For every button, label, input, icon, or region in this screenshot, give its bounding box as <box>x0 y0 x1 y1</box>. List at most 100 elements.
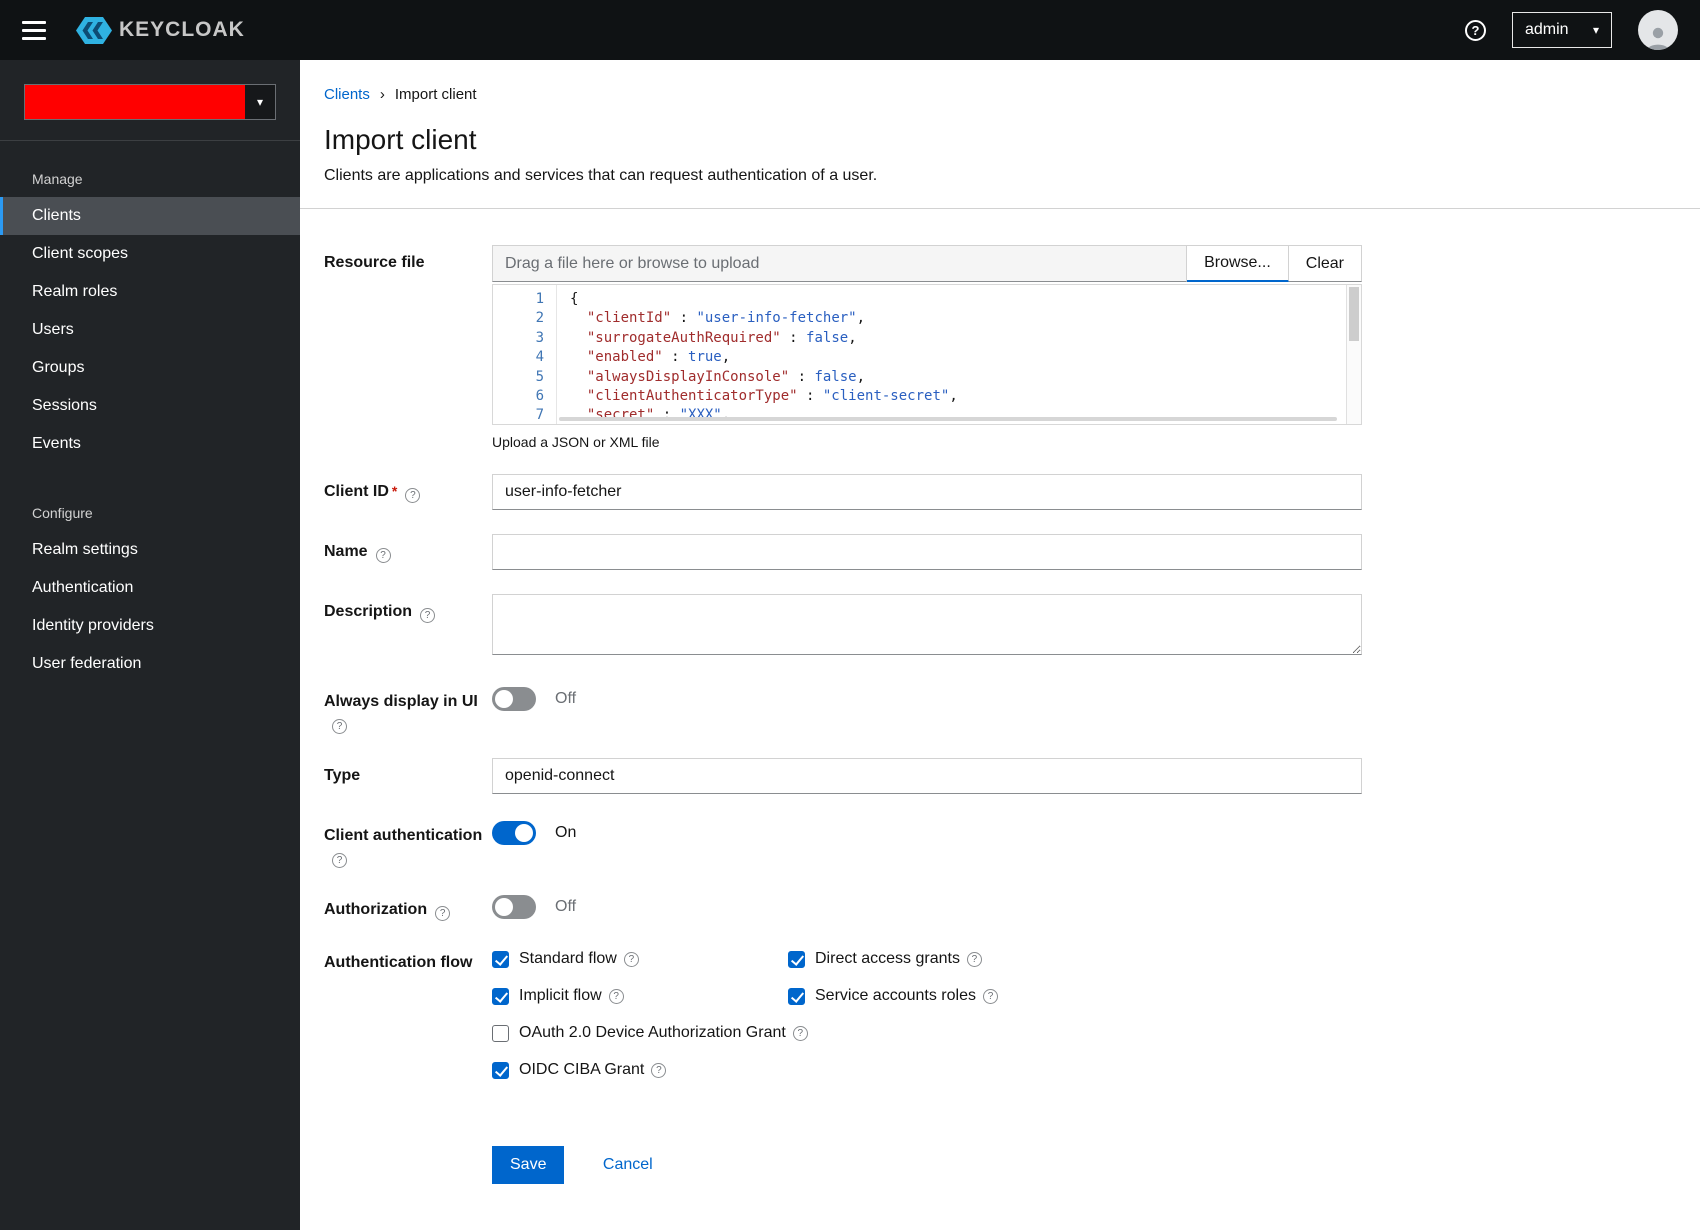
help-icon[interactable]: ? <box>966 951 982 967</box>
code-token: "user-info-fetcher" <box>696 310 857 327</box>
sidebar-item-realm-roles[interactable]: Realm roles <box>0 273 300 311</box>
checkbox-box[interactable] <box>492 987 509 1005</box>
brand-logo: KEYCLOAK <box>76 16 245 44</box>
checkbox-oauth-2-0-device-authorization-grant[interactable]: OAuth 2.0 Device Authorization Grant? <box>492 1024 808 1042</box>
checkbox-label: Implicit flow <box>519 987 602 1004</box>
authorization-toggle[interactable] <box>492 895 536 919</box>
sidebar-item-users[interactable]: Users <box>0 311 300 349</box>
code-line: "alwaysDisplayInConsole" : false, <box>570 368 1361 387</box>
checkbox-oidc-ciba-grant[interactable]: OIDC CIBA Grant? <box>492 1061 667 1079</box>
auth-flow-grid: Standard flow? Direct access grants? Impli… <box>492 945 1362 1079</box>
toggle-knob <box>515 824 533 842</box>
code-token: : <box>671 310 697 327</box>
checkbox-standard-flow[interactable]: Standard flow? <box>492 950 788 968</box>
clear-button[interactable]: Clear <box>1288 245 1362 282</box>
user-menu-dropdown[interactable]: admin ▾ <box>1512 12 1612 48</box>
cancel-button[interactable]: Cancel <box>603 1156 653 1174</box>
chevron-down-icon[interactable]: ▾ <box>245 85 275 119</box>
help-icon[interactable]: ? <box>982 988 998 1004</box>
name-input[interactable] <box>492 534 1362 570</box>
authentication-flow-label: Authentication flow <box>324 954 473 971</box>
checkbox-implicit-flow[interactable]: Implicit flow? <box>492 987 788 1005</box>
type-label: Type <box>324 767 361 784</box>
editor-vertical-scrollbar[interactable] <box>1346 285 1361 424</box>
checkbox-label: Service accounts roles <box>815 987 976 1004</box>
actions-spacer <box>324 1146 492 1153</box>
client-id-input[interactable] <box>492 474 1362 510</box>
code-token: "XXX" <box>679 407 722 424</box>
sidebar-item-clients[interactable]: Clients <box>0 197 300 235</box>
help-icon[interactable]: ? <box>608 988 624 1004</box>
sidebar-item-user-federation[interactable]: User federation <box>0 645 300 683</box>
code-token: , <box>721 407 731 424</box>
code-token: "secret" <box>586 407 655 424</box>
sidebar-item-events[interactable]: Events <box>0 425 300 463</box>
file-upload: Browse... Clear <box>492 245 1362 282</box>
code-token: : <box>662 349 689 366</box>
help-icon[interactable]: ? <box>375 548 391 563</box>
client-authentication-toggle[interactable] <box>492 821 536 845</box>
checkbox-box[interactable] <box>492 1061 509 1079</box>
code-token: "enabled" <box>586 349 663 366</box>
code-token: : <box>780 329 807 346</box>
sidebar-item-realm-settings[interactable]: Realm settings <box>0 531 300 569</box>
nav-toggle-icon[interactable] <box>22 20 46 40</box>
code-line-number: 7 <box>535 407 544 424</box>
type-input[interactable] <box>492 758 1362 794</box>
import-client-form: Resource file Browse... Clear 1 2 3 4 5 6 7 { … <box>300 209 1700 1184</box>
scrollbar-thumb[interactable] <box>1349 287 1359 341</box>
realm-selector-current <box>25 85 245 119</box>
help-icon[interactable]: ? <box>332 853 347 868</box>
masthead: KEYCLOAK ? admin ▾ <box>0 0 1700 60</box>
code-token: "client-secret" <box>822 388 950 405</box>
code-editor[interactable]: 1 2 3 4 5 6 7 { "clientId" : "user-info-fetche… <box>492 284 1362 425</box>
help-icon[interactable]: ? <box>623 951 639 967</box>
checkbox-box[interactable] <box>492 1024 509 1042</box>
sidebar-item-groups[interactable]: Groups <box>0 349 300 387</box>
user-silhouette-icon <box>1647 27 1669 50</box>
file-upload-input[interactable] <box>492 245 1188 282</box>
checkbox-box[interactable] <box>492 950 509 968</box>
breadcrumb-link-clients[interactable]: Clients <box>324 86 370 103</box>
checkbox-service-accounts-roles[interactable]: Service accounts roles? <box>788 987 1084 1005</box>
sidebar-item-identity-providers[interactable]: Identity providers <box>0 607 300 645</box>
code-token: true <box>688 349 722 366</box>
client-id-label: Client ID *? <box>324 474 492 503</box>
code-token: : <box>654 407 680 424</box>
help-icon[interactable]: ? <box>435 906 451 921</box>
sidebar-item-client-scopes[interactable]: Client scopes <box>0 235 300 273</box>
always-display-toggle[interactable] <box>492 687 536 711</box>
breadcrumb-current: Import client <box>394 86 477 103</box>
avatar[interactable] <box>1638 10 1678 50</box>
checkbox-box[interactable] <box>788 950 805 968</box>
sidebar-item-authentication[interactable]: Authentication <box>0 569 300 607</box>
help-icon[interactable]: ? <box>792 1025 808 1041</box>
toggle-knob <box>495 898 513 916</box>
save-button[interactable]: Save <box>492 1146 565 1184</box>
code-token: "clientAuthenticatorType" <box>586 388 798 405</box>
checkbox-box[interactable] <box>788 987 805 1005</box>
code-gutter: 1 2 3 4 5 6 7 <box>493 285 557 424</box>
help-icon[interactable]: ? <box>332 719 347 734</box>
editor-horizontal-scrollbar[interactable] <box>559 417 1337 421</box>
code-line: "enabled" : true, <box>570 348 1361 367</box>
client-authentication-label: Client authentication? <box>324 818 492 868</box>
page-subtitle: Clients are applications and services th… <box>324 167 878 184</box>
code-token: , <box>848 329 857 346</box>
browse-button[interactable]: Browse... <box>1187 245 1289 282</box>
help-icon[interactable]: ? <box>651 1062 667 1078</box>
realm-selector-dropdown[interactable]: ▾ <box>24 84 276 120</box>
code-line: "clientAuthenticatorType" : "client-secr… <box>570 387 1361 406</box>
toggle-state-label: Off <box>555 898 577 915</box>
sidebar-item-sessions[interactable]: Sessions <box>0 387 300 425</box>
always-display-label-text: Always display in UI <box>324 693 478 710</box>
help-icon[interactable]: ? <box>1465 19 1486 41</box>
code-token: { <box>570 291 579 307</box>
checkbox-direct-access-grants[interactable]: Direct access grants? <box>788 950 1084 968</box>
description-textarea[interactable] <box>492 594 1362 655</box>
help-icon[interactable]: ? <box>420 608 436 623</box>
help-icon[interactable]: ? <box>405 488 421 503</box>
name-label: Name? <box>324 534 492 563</box>
